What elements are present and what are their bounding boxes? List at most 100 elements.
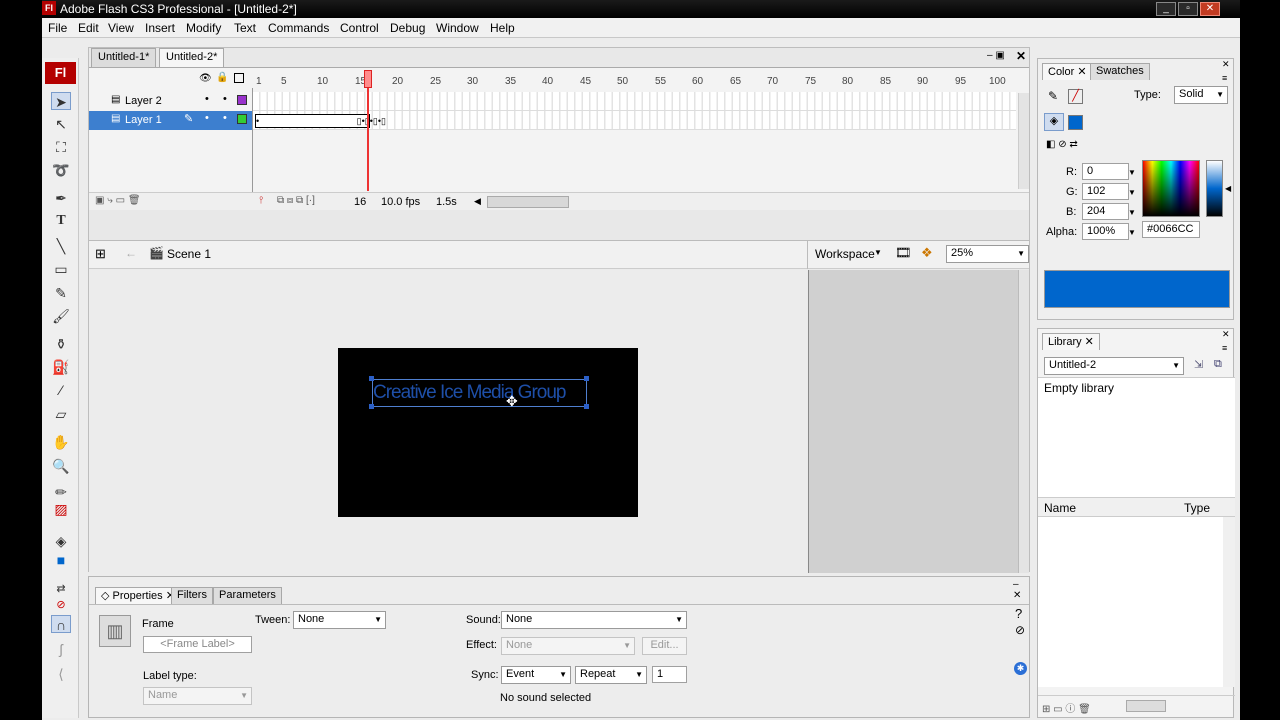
maximize-button[interactable]: ▫	[1178, 2, 1198, 16]
sound-select[interactable]: None ▼	[501, 611, 687, 629]
panel-minimize-icon[interactable]: – ✕	[1013, 579, 1029, 601]
handle[interactable]	[584, 376, 589, 381]
menu-text[interactable]: Text	[234, 21, 256, 35]
brightness-slider[interactable]	[1206, 160, 1223, 217]
zoom-tool-icon[interactable]: 🔍	[51, 457, 71, 475]
panel-menu-icon[interactable]: ≡	[1222, 73, 1227, 83]
edit-symbol-icon[interactable]: ❖	[921, 245, 933, 261]
visibility-dot[interactable]: •	[205, 112, 209, 124]
pin-library-icon[interactable]: ⇲	[1194, 358, 1203, 371]
fill-color-swatch[interactable]	[1068, 115, 1083, 130]
lock-icon[interactable]: 🔒	[216, 72, 228, 83]
pencil-tool-icon[interactable]: ✎	[51, 284, 71, 302]
close-button[interactable]: ✕	[1200, 2, 1220, 16]
zoom-select[interactable]: 25% ▼	[946, 245, 1029, 263]
text-tool-icon[interactable]: T	[51, 212, 71, 230]
eraser-tool-icon[interactable]: ▱	[51, 405, 71, 423]
rgb-slider-arrows[interactable]: ▼ ▼ ▼ ▼	[1128, 163, 1136, 243]
hex-input[interactable]: #0066CC	[1142, 221, 1200, 238]
scene-name[interactable]: Scene 1	[167, 247, 211, 261]
tab-untitled-2[interactable]: Untitled-2*	[159, 48, 225, 67]
col-type[interactable]: Type	[1184, 501, 1210, 515]
edit-button[interactable]: Edit...	[642, 637, 687, 655]
lock-dot[interactable]: •	[223, 112, 227, 124]
line-tool-icon[interactable]: ╲	[51, 237, 71, 255]
edit-pencil-icon[interactable]: ⊘	[1015, 623, 1025, 637]
panel-menu-icon[interactable]: ≡	[1222, 343, 1227, 353]
smooth-icon[interactable]: ʃ	[51, 640, 71, 658]
back-arrow-icon[interactable]: ←	[125, 246, 137, 260]
effect-select[interactable]: None ▼	[501, 637, 635, 655]
fill-color-icon[interactable]: ◈	[1044, 113, 1064, 131]
library-hscroll[interactable]	[1126, 700, 1166, 712]
label-type-select[interactable]: Name ▼	[143, 687, 252, 705]
layer-row[interactable]: ▤ Layer 1 ✎ • •	[89, 111, 252, 130]
outline-icon[interactable]	[234, 73, 244, 83]
menu-window[interactable]: Window	[436, 21, 479, 35]
repeat-count-input[interactable]: 1	[652, 666, 687, 683]
handle[interactable]	[369, 376, 374, 381]
handle[interactable]	[369, 404, 374, 409]
lasso-tool-icon[interactable]: ➰	[51, 161, 71, 179]
color-tools-icon[interactable]: ◧ ⊘ ⇄	[1046, 139, 1078, 150]
minimize-button[interactable]: _	[1156, 2, 1176, 16]
outline-color-swatch[interactable]	[237, 95, 247, 105]
tab-parameters[interactable]: Parameters	[213, 587, 282, 604]
stroke-none-swatch[interactable]: ╱	[1068, 89, 1083, 104]
library-list[interactable]	[1038, 517, 1223, 687]
library-document-select[interactable]: Untitled-2 ▼	[1044, 357, 1184, 375]
tab-library[interactable]: Library ✕	[1042, 333, 1100, 350]
pen-tool-icon[interactable]: ✒	[51, 189, 71, 207]
edit-scene-icon[interactable]: 🎞	[895, 245, 912, 261]
green-input[interactable]: 102	[1082, 183, 1129, 200]
ink-bottle-tool-icon[interactable]: ⚱	[51, 335, 71, 353]
hand-tool-icon[interactable]: ✋	[51, 433, 71, 451]
frame-rate[interactable]: 10.0 fps	[381, 196, 420, 208]
layer-name[interactable]: Layer 2	[125, 95, 162, 107]
stage-text-box[interactable]: Creative Ice Media Group	[372, 379, 587, 407]
menu-file[interactable]: File	[48, 21, 67, 35]
close-doc-icon[interactable]: ✕	[1016, 49, 1026, 63]
handle[interactable]	[584, 404, 589, 409]
workspace-menu[interactable]: Workspace	[815, 247, 875, 261]
repeat-select[interactable]: Repeat ▼	[575, 666, 647, 684]
free-transform-tool-icon[interactable]: ⛶	[51, 138, 71, 156]
layer-row[interactable]: ▤ Layer 2 • •	[89, 92, 252, 111]
panel-close-icon[interactable]: ✕	[1222, 329, 1230, 340]
sync-select[interactable]: Event ▼	[501, 666, 571, 684]
lock-dot[interactable]: •	[223, 93, 227, 105]
brightness-arrow-icon[interactable]: ◀	[1225, 184, 1231, 193]
playhead[interactable]	[364, 70, 372, 88]
no-color-icon[interactable]: ⊘	[51, 596, 71, 614]
tab-swatches[interactable]: Swatches	[1090, 63, 1150, 80]
menu-control[interactable]: Control	[340, 21, 379, 35]
stage[interactable]: Creative Ice Media Group ✥	[338, 348, 638, 517]
brush-tool-icon[interactable]: 🖌	[51, 307, 71, 325]
eye-icon[interactable]: 👁	[199, 73, 212, 84]
color-spectrum[interactable]	[1142, 160, 1200, 217]
layer-name[interactable]: Layer 1	[125, 114, 162, 126]
stage-vscroll[interactable]	[1018, 270, 1029, 573]
menu-view[interactable]: View	[108, 21, 134, 35]
stroke-color-icon[interactable]: ✏	[51, 483, 71, 501]
visibility-dot[interactable]: •	[205, 93, 209, 105]
outline-color-swatch[interactable]	[237, 114, 247, 124]
menu-modify[interactable]: Modify	[186, 21, 221, 35]
col-name[interactable]: Name	[1044, 501, 1076, 515]
accessibility-icon[interactable]: ✱	[1014, 662, 1027, 675]
timeline-vscroll[interactable]	[1018, 93, 1029, 189]
paint-bucket-tool-icon[interactable]: ⛽	[51, 358, 71, 376]
menu-insert[interactable]: Insert	[145, 21, 175, 35]
help-icon[interactable]: ?	[1015, 606, 1022, 621]
fill-type-select[interactable]: Solid ▼	[1174, 86, 1228, 104]
blue-input[interactable]: 204	[1082, 203, 1129, 220]
tab-properties[interactable]: ◇ Properties ✕	[95, 587, 181, 604]
menu-debug[interactable]: Debug	[390, 21, 425, 35]
selection-tool-icon[interactable]: ➤	[51, 92, 71, 110]
keyframe-span[interactable]: • ▯•▯•▯•▯	[255, 114, 386, 128]
fill-swatch-icon[interactable]: ■	[51, 551, 71, 569]
rectangle-tool-icon[interactable]: ▭	[51, 260, 71, 278]
subselection-tool-icon[interactable]: ↖	[51, 115, 71, 133]
tab-color[interactable]: Color ✕	[1042, 63, 1093, 80]
frame-label-input[interactable]: <Frame Label>	[143, 636, 252, 653]
